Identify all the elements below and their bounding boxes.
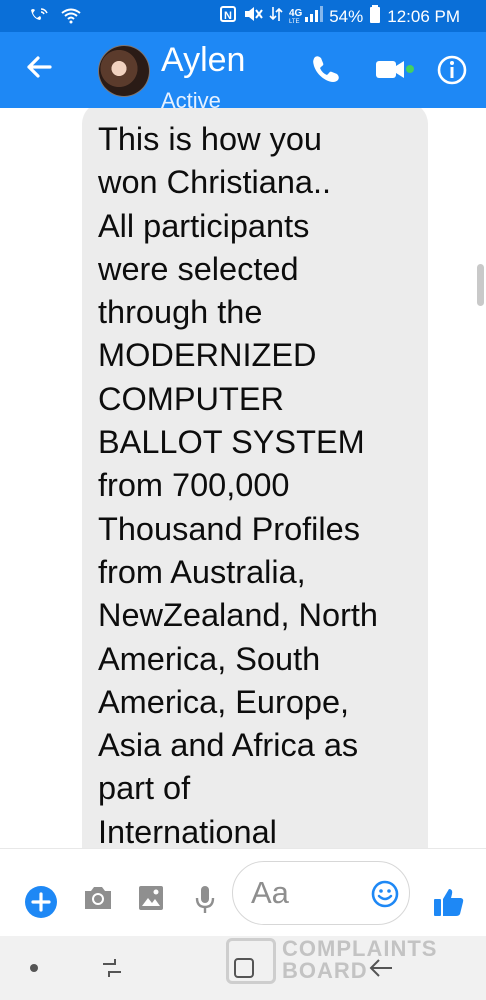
watermark-text-2: BOARD xyxy=(282,958,368,983)
contact-status: Active xyxy=(161,88,221,108)
wifi-icon xyxy=(60,6,82,29)
scrollbar[interactable] xyxy=(477,264,484,306)
gallery-icon[interactable] xyxy=(136,883,170,917)
phone-call-icon[interactable] xyxy=(308,52,348,88)
mute-icon xyxy=(243,5,264,28)
message-composer xyxy=(0,848,486,937)
info-icon[interactable] xyxy=(434,52,474,88)
clock-time: 12:06 PM xyxy=(387,6,460,26)
video-call-icon[interactable] xyxy=(372,52,414,88)
watermark-logo: COMPLAINTS BOARD xyxy=(226,936,436,984)
back-arrow-icon[interactable] xyxy=(22,50,56,84)
camera-icon[interactable] xyxy=(82,883,116,917)
message-bubble-received[interactable]: This is how you won Christiana.. All par… xyxy=(82,108,428,848)
status-bar: N 4G LTE 54% 12:06 PM xyxy=(0,0,486,32)
watermark-icon xyxy=(226,938,276,984)
message-input[interactable] xyxy=(249,870,363,916)
contact-name[interactable]: Aylen xyxy=(161,40,245,80)
plus-icon[interactable] xyxy=(24,885,58,919)
nfc-icon: N xyxy=(219,5,237,28)
data-transfer-icon xyxy=(269,5,283,28)
contact-avatar[interactable] xyxy=(98,45,150,97)
battery-percent: 54% xyxy=(329,6,364,26)
message-text: This is how you won Christiana.. All par… xyxy=(98,121,378,848)
battery-icon xyxy=(369,5,381,28)
svg-text:LTE: LTE xyxy=(289,19,300,23)
microphone-icon[interactable] xyxy=(192,883,226,917)
emoji-icon[interactable] xyxy=(371,880,399,908)
conversation-header: Aylen Active xyxy=(0,32,486,108)
thumbs-up-icon[interactable] xyxy=(432,885,466,919)
recent-apps-icon[interactable] xyxy=(100,956,124,980)
status-left-icons xyxy=(28,6,82,29)
nav-dot-icon[interactable] xyxy=(30,964,38,972)
network-4g-icon: 4G LTE xyxy=(289,5,324,28)
message-list[interactable]: This is how you won Christiana.. All par… xyxy=(0,108,486,848)
wifi-call-icon xyxy=(28,6,50,29)
svg-text:4G: 4G xyxy=(289,8,303,19)
message-input-container[interactable] xyxy=(232,861,410,925)
status-right-icons: N 4G LTE 54% 12:06 PM xyxy=(219,5,460,28)
svg-text:N: N xyxy=(224,10,232,22)
